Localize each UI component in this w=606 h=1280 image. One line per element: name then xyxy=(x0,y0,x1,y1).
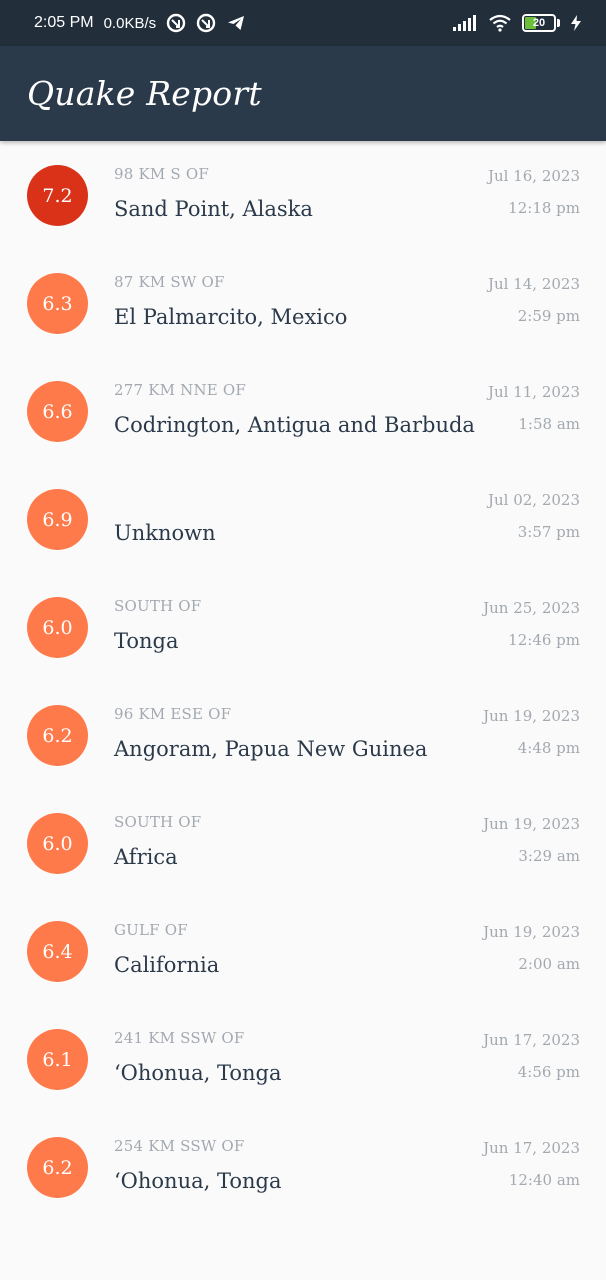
quake-date: Jun 19, 2023 xyxy=(483,815,580,833)
status-right: 20 xyxy=(452,13,582,33)
quake-time: 12:46 pm xyxy=(508,631,580,649)
primary-location: Angoram, Papua New Guinea xyxy=(114,737,428,761)
quake-date: Jul 11, 2023 xyxy=(487,383,580,401)
signal-icon xyxy=(452,13,478,33)
location-offset: 87 KM SW OF xyxy=(114,273,225,291)
quake-date: Jun 25, 2023 xyxy=(483,599,580,617)
quake-time: 4:48 pm xyxy=(517,739,580,757)
list-item[interactable]: 6.3 87 KM SW OF El Palmarcito, Mexico Jul 1… xyxy=(0,265,606,373)
primary-location: Africa xyxy=(114,845,178,869)
primary-location: Codrington, Antigua and Barbuda xyxy=(114,413,475,437)
wifi-icon xyxy=(488,13,512,33)
magnitude-badge: 6.6 xyxy=(27,381,88,442)
primary-location: Sand Point, Alaska xyxy=(114,197,313,221)
location-offset: 254 KM SSW OF xyxy=(114,1137,245,1155)
app-bar: Quake Report xyxy=(0,46,606,141)
quake-date: Jun 19, 2023 xyxy=(483,707,580,725)
quake-date: Jun 19, 2023 xyxy=(483,923,580,941)
quake-date: Jul 02, 2023 xyxy=(487,491,580,509)
magnitude-badge: 6.2 xyxy=(27,1137,88,1198)
quake-date: Jul 16, 2023 xyxy=(487,167,580,185)
list-item[interactable]: 6.9 Unknown Jul 02, 2023 3:57 pm xyxy=(0,481,606,589)
quake-time: 2:00 am xyxy=(518,955,580,973)
magnitude-badge: 6.2 xyxy=(27,705,88,766)
location-offset: SOUTH OF xyxy=(114,597,202,615)
quake-time: 1:58 am xyxy=(518,415,580,433)
quake-time: 12:18 pm xyxy=(508,199,580,217)
quake-time: 2:59 pm xyxy=(517,307,580,325)
list-item[interactable]: 6.6 277 KM NNE OF Codrington, Antigua and … xyxy=(0,373,606,481)
magnitude-badge: 7.2 xyxy=(27,165,88,226)
battery-icon: 20 xyxy=(522,14,560,32)
notification-icon xyxy=(166,13,186,33)
notification-icon xyxy=(196,13,216,33)
magnitude-badge: 6.3 xyxy=(27,273,88,334)
primary-location: El Palmarcito, Mexico xyxy=(114,305,348,329)
app-title: Quake Report xyxy=(27,74,262,113)
location-offset: 98 KM S OF xyxy=(114,165,209,183)
list-item[interactable]: 6.0 SOUTH OF Tonga Jun 25, 2023 12:46 pm xyxy=(0,589,606,697)
primary-location: Tonga xyxy=(114,629,179,653)
magnitude-badge: 6.9 xyxy=(27,489,88,550)
list-item[interactable]: 7.2 98 KM S OF Sand Point, Alaska Jul 16, 2… xyxy=(0,157,606,265)
quake-date: Jun 17, 2023 xyxy=(483,1031,580,1049)
list-item[interactable]: 6.0 SOUTH OF Africa Jun 19, 2023 3:29 am xyxy=(0,805,606,913)
list-item[interactable]: 6.2 96 KM ESE OF Angoram, Papua New Guinea… xyxy=(0,697,606,805)
magnitude-badge: 6.1 xyxy=(27,1029,88,1090)
quake-time: 4:56 pm xyxy=(517,1063,580,1081)
list-item[interactable]: 6.4 GULF OF California Jun 19, 2023 2:00 am xyxy=(0,913,606,1021)
list-item[interactable]: 6.1 241 KM SSW OF ʻOhonua, Tonga Jun 17, 20… xyxy=(0,1021,606,1129)
quake-time: 3:29 am xyxy=(518,847,580,865)
location-offset: SOUTH OF xyxy=(114,813,202,831)
location-offset: GULF OF xyxy=(114,921,188,939)
primary-location: ʻOhonua, Tonga xyxy=(114,1169,282,1193)
status-left: 2:05 PM 0.0KB/s xyxy=(34,13,246,33)
primary-location: California xyxy=(114,953,220,977)
location-offset: 96 KM ESE OF xyxy=(114,705,232,723)
location-offset: 241 KM SSW OF xyxy=(114,1029,245,1047)
quake-time: 3:57 pm xyxy=(517,523,580,541)
telegram-icon xyxy=(226,13,246,33)
magnitude-badge: 6.0 xyxy=(27,813,88,874)
charging-icon xyxy=(570,13,582,33)
primary-location: Unknown xyxy=(114,521,216,545)
battery-level: 20 xyxy=(532,17,546,29)
network-speed: 0.0KB/s xyxy=(103,14,157,32)
location-offset: 277 KM NNE OF xyxy=(114,381,247,399)
quake-date: Jul 14, 2023 xyxy=(487,275,580,293)
magnitude-badge: 6.4 xyxy=(27,921,88,982)
quake-time: 12:40 am xyxy=(508,1171,580,1189)
quake-date: Jun 17, 2023 xyxy=(483,1139,580,1157)
status-bar: 2:05 PM 0.0KB/s 20 xyxy=(0,0,606,46)
primary-location: ʻOhonua, Tonga xyxy=(114,1061,282,1085)
magnitude-badge: 6.0 xyxy=(27,597,88,658)
status-time: 2:05 PM xyxy=(34,14,94,31)
earthquake-list: 7.2 98 KM S OF Sand Point, Alaska Jul 16, 2… xyxy=(0,141,606,1237)
list-item[interactable]: 6.2 254 KM SSW OF ʻOhonua, Tonga Jun 17, 20… xyxy=(0,1129,606,1237)
